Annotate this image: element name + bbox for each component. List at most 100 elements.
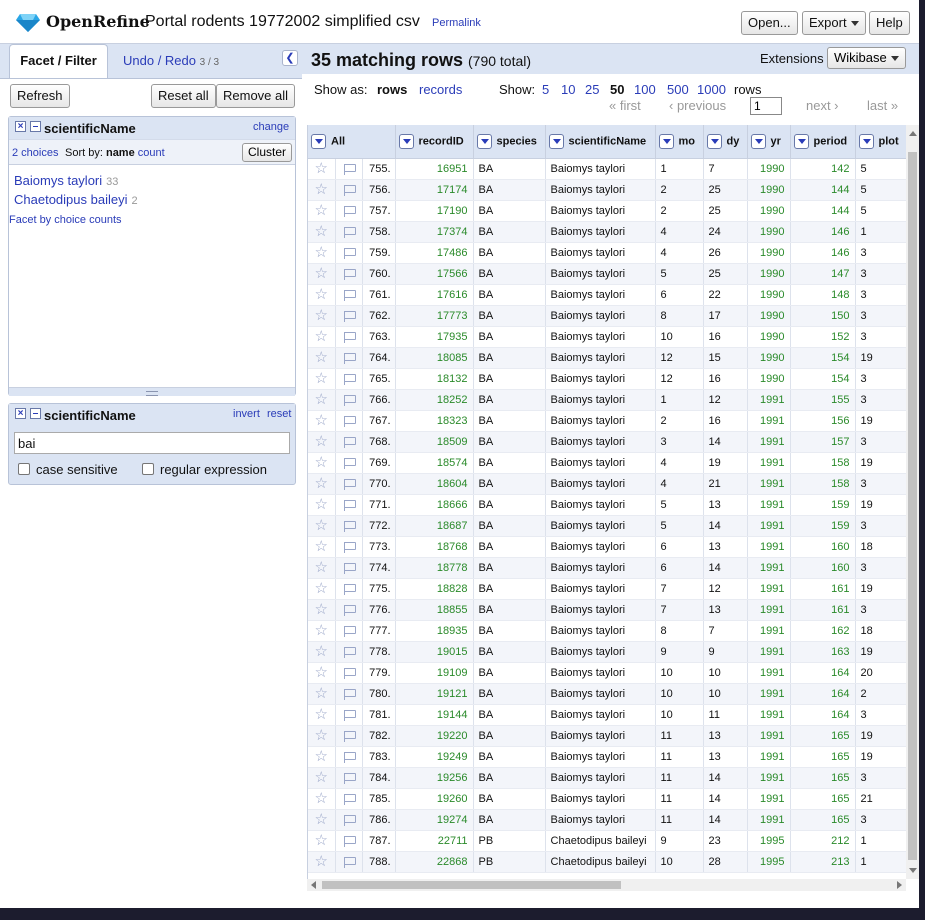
cell-recordid[interactable]: 18768 (395, 536, 474, 558)
cell-species[interactable]: BA (473, 200, 546, 222)
last-page-link[interactable]: last » (867, 98, 898, 113)
star-icon[interactable]: ☆ (315, 244, 328, 261)
remove-all-button[interactable]: Remove all (216, 84, 296, 108)
star-icon[interactable]: ☆ (315, 685, 328, 702)
cell-plot[interactable]: 5 (855, 179, 910, 201)
cell-mo[interactable]: 4 (655, 242, 704, 264)
cell-plot[interactable]: 3 (855, 368, 910, 390)
cell-yr[interactable]: 1991 (747, 515, 791, 537)
scroll-down-icon[interactable] (909, 868, 917, 873)
cell-period[interactable]: 165 (790, 788, 856, 810)
cell-species[interactable]: BA (473, 641, 546, 663)
star-icon[interactable]: ☆ (315, 391, 328, 408)
cell-recordid[interactable]: 19256 (395, 767, 474, 789)
close-icon[interactable]: × (15, 408, 26, 419)
text-filter-input[interactable] (14, 432, 290, 454)
cell-period[interactable]: 164 (790, 662, 856, 684)
cell-dy[interactable]: 13 (703, 599, 748, 621)
cell-yr[interactable]: 1990 (747, 368, 791, 390)
cell-plot[interactable]: 19 (855, 578, 910, 600)
flag-icon[interactable] (342, 520, 356, 532)
cell-dy[interactable]: 16 (703, 410, 748, 432)
star-icon[interactable]: ☆ (315, 832, 328, 849)
star-icon[interactable]: ☆ (315, 559, 328, 576)
cell-plot[interactable]: 3 (855, 704, 910, 726)
cell-recordid[interactable]: 18855 (395, 599, 474, 621)
star-icon[interactable]: ☆ (315, 328, 328, 345)
cell-recordid[interactable]: 18252 (395, 389, 474, 411)
flag-icon[interactable] (342, 205, 356, 217)
cell-period[interactable]: 159 (790, 494, 856, 516)
flag-icon[interactable] (342, 646, 356, 658)
minimize-icon[interactable] (30, 121, 41, 132)
app-logo[interactable]: OpenRefine (46, 12, 150, 31)
flag-icon[interactable] (342, 268, 356, 280)
cell-period[interactable]: 150 (790, 305, 856, 327)
flag-icon[interactable] (342, 604, 356, 616)
cell-species[interactable]: BA (473, 809, 546, 831)
cell-period[interactable]: 157 (790, 431, 856, 453)
flag-icon[interactable] (342, 667, 356, 679)
view-records-toggle[interactable]: records (419, 82, 462, 97)
column-header-period[interactable]: period (790, 125, 856, 159)
cell-period[interactable]: 158 (790, 452, 856, 474)
refresh-button[interactable]: Refresh (10, 84, 70, 108)
cell-recordid[interactable]: 18323 (395, 410, 474, 432)
cell-recordid[interactable]: 18604 (395, 473, 474, 495)
cell-period[interactable]: 154 (790, 347, 856, 369)
cell-yr[interactable]: 1991 (747, 704, 791, 726)
cell-period[interactable]: 165 (790, 809, 856, 831)
cell-plot[interactable]: 3 (855, 284, 910, 306)
cell-plot[interactable]: 19 (855, 641, 910, 663)
cell-plot[interactable]: 3 (855, 242, 910, 264)
cell-recordid[interactable]: 18666 (395, 494, 474, 516)
star-icon[interactable]: ☆ (315, 790, 328, 807)
cell-mo[interactable]: 12 (655, 368, 704, 390)
cell-species[interactable]: BA (473, 599, 546, 621)
cell-species[interactable]: BA (473, 725, 546, 747)
star-icon[interactable]: ☆ (315, 181, 328, 198)
cell-period[interactable]: 144 (790, 200, 856, 222)
star-icon[interactable]: ☆ (315, 580, 328, 597)
cell-species[interactable]: BA (473, 473, 546, 495)
cell-recordid[interactable]: 17566 (395, 263, 474, 285)
first-page-link[interactable]: « first (609, 98, 641, 113)
cell-recordid[interactable]: 19260 (395, 788, 474, 810)
cell-dy[interactable]: 21 (703, 473, 748, 495)
cell-yr[interactable]: 1991 (747, 746, 791, 768)
cell-dy[interactable]: 22 (703, 284, 748, 306)
horizontal-scroll-thumb[interactable] (322, 881, 621, 889)
cell-yr[interactable]: 1991 (747, 473, 791, 495)
cell-mo[interactable]: 4 (655, 452, 704, 474)
cell-period[interactable]: 146 (790, 221, 856, 243)
cell-dy[interactable]: 14 (703, 431, 748, 453)
cell-yr[interactable]: 1995 (747, 851, 791, 873)
cell-mo[interactable]: 9 (655, 641, 704, 663)
cell-dy[interactable]: 12 (703, 578, 748, 600)
column-header-species[interactable]: species (473, 125, 546, 159)
cell-yr[interactable]: 1995 (747, 830, 791, 852)
cell-species[interactable]: BA (473, 431, 546, 453)
cell-scientificname[interactable]: Chaetodipus baileyi (545, 830, 656, 852)
cell-mo[interactable]: 10 (655, 704, 704, 726)
scroll-left-icon[interactable] (311, 881, 316, 889)
next-page-link[interactable]: next › (806, 98, 839, 113)
cell-mo[interactable]: 6 (655, 284, 704, 306)
star-icon[interactable]: ☆ (315, 538, 328, 555)
star-icon[interactable]: ☆ (315, 517, 328, 534)
cell-species[interactable]: BA (473, 221, 546, 243)
cell-period[interactable]: 146 (790, 242, 856, 264)
flag-icon[interactable] (342, 247, 356, 259)
vertical-scroll-thumb[interactable] (908, 152, 917, 860)
cell-period[interactable]: 161 (790, 578, 856, 600)
cell-species[interactable]: BA (473, 326, 546, 348)
flag-icon[interactable] (342, 373, 356, 385)
cell-yr[interactable]: 1990 (747, 305, 791, 327)
cell-species[interactable]: BA (473, 284, 546, 306)
cell-plot[interactable]: 3 (855, 599, 910, 621)
star-icon[interactable]: ☆ (315, 706, 328, 723)
cell-scientificname[interactable]: Baiomys taylori (545, 767, 656, 789)
cell-dy[interactable]: 13 (703, 746, 748, 768)
column-header-all[interactable]: All (308, 125, 396, 159)
flag-icon[interactable] (342, 163, 356, 175)
